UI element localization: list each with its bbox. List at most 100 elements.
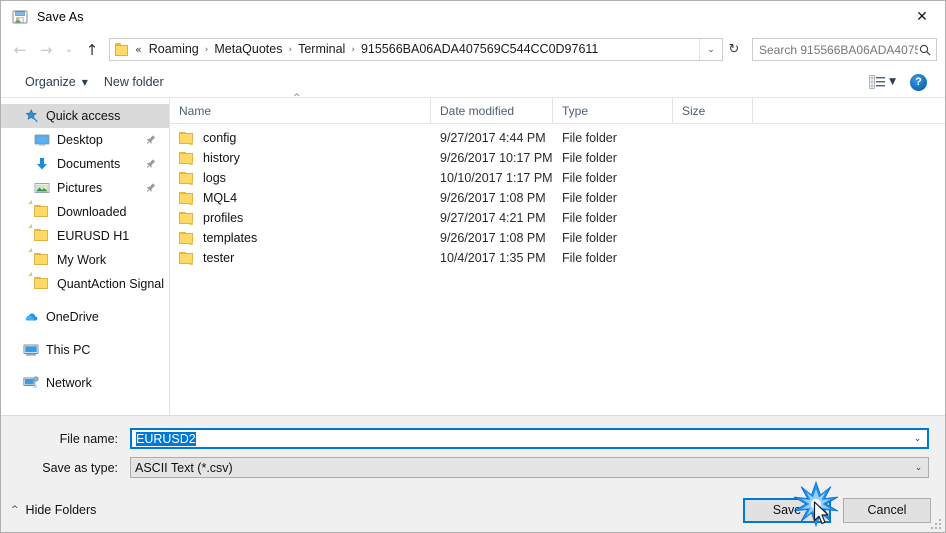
column-header-label: Name <box>179 103 212 118</box>
pin-icon[interactable] <box>144 133 157 146</box>
file-name-label: tester <box>203 251 235 265</box>
file-type-cell: File folder <box>562 211 617 225</box>
file-name-selected-text: EURUSD2 <box>136 431 196 446</box>
file-name-cell: profiles <box>170 211 431 225</box>
sidebar-separator <box>1 296 169 305</box>
search-box[interactable]: Search 915566BA06ADA40756... <box>752 38 937 61</box>
pin-icon[interactable] <box>144 181 157 194</box>
desktop-icon <box>34 132 50 148</box>
breadcrumb-item-roaming[interactable]: Roaming <box>144 39 204 60</box>
file-name-value[interactable]: EURUSD2 <box>132 431 908 446</box>
file-name-cell: templates <box>170 231 431 245</box>
hide-folders-button[interactable]: ^ Hide Folders <box>11 503 96 517</box>
file-name-label: logs <box>203 171 226 185</box>
pin-icon[interactable] <box>144 157 157 170</box>
file-list-rows: config 9/27/2017 4:44 PM File folder his… <box>170 124 945 415</box>
file-name-label: config <box>203 131 237 145</box>
sidebar-item-quantaction-signal[interactable]: QuantAction Signal <box>1 272 169 296</box>
folder-icon <box>28 224 50 244</box>
table-row[interactable]: logs 10/10/2017 1:17 PM File folder <box>170 168 945 188</box>
sidebar-item-onedrive[interactable]: OneDrive <box>1 305 169 329</box>
chevron-down-icon[interactable]: ⌄ <box>699 39 722 60</box>
sidebar-item-downloaded[interactable]: Downloaded <box>1 200 169 224</box>
column-header-date-modified[interactable]: Date modified <box>431 98 553 123</box>
column-header-type[interactable]: Type <box>553 98 673 123</box>
dialog-body: Quick access Desktop Documents Pictures … <box>1 93 945 415</box>
sidebar-item-documents[interactable]: Documents <box>1 152 169 176</box>
save-button[interactable]: Save <box>743 497 831 523</box>
cancel-button[interactable]: Cancel <box>843 497 931 523</box>
network-icon <box>23 375 39 391</box>
file-type-cell: File folder <box>562 151 617 165</box>
file-name-cell: config <box>170 131 431 145</box>
folder-icon <box>28 200 50 220</box>
file-date-cell: 9/26/2017 10:17 PM <box>440 151 553 165</box>
search-input[interactable]: Search 915566BA06ADA40756... <box>759 43 918 57</box>
resize-grip[interactable] <box>931 519 942 530</box>
folder-icon <box>179 251 195 265</box>
chevron-down-icon[interactable]: ⌄ <box>909 463 928 473</box>
file-list-panel: Name ^ Date modified Type Size config 9/… <box>170 93 945 415</box>
sidebar-item-quick-access[interactable]: Quick access <box>1 104 169 128</box>
command-toolbar: Organize ▼ New folder ▼ ? <box>1 67 945 98</box>
sidebar-item-eurusd-h1[interactable]: EURUSD H1 <box>1 224 169 248</box>
new-folder-button[interactable]: New folder <box>96 72 172 92</box>
save-as-type-select[interactable]: ASCII Text (*.csv) ⌄ <box>130 457 929 478</box>
sidebar-item-label: QuantAction Signal <box>57 277 165 291</box>
file-name-row: File name: EURUSD2 ⌄ <box>17 428 929 449</box>
file-type-cell: File folder <box>562 191 617 205</box>
close-icon[interactable]: ✕ <box>899 1 945 32</box>
sidebar-item-label: EURUSD H1 <box>57 229 130 243</box>
view-layout-icon[interactable] <box>869 75 886 89</box>
documents-download-icon <box>34 156 50 172</box>
file-name-input[interactable]: EURUSD2 ⌄ <box>130 428 929 449</box>
sidebar-item-desktop[interactable]: Desktop <box>1 128 169 152</box>
file-name-label: File name: <box>59 431 118 446</box>
breadcrumb-item-metaquotes[interactable]: MetaQuotes <box>209 39 287 60</box>
column-header-size[interactable]: Size <box>673 98 753 123</box>
chevron-up-icon: ^ <box>11 505 19 515</box>
refresh-icon[interactable]: ↻ <box>722 38 746 61</box>
address-bar[interactable]: « Roaming › MetaQuotes › Terminal › 9155… <box>109 38 723 61</box>
save-as-icon <box>12 9 28 25</box>
breadcrumb-item-terminal-id[interactable]: 915566BA06ADA407569C544CC0D97611 <box>356 39 603 60</box>
breadcrumb-overflow-icon[interactable]: « <box>135 43 142 56</box>
file-date-cell: 9/27/2017 4:21 PM <box>440 211 546 225</box>
window-title: Save As <box>37 9 84 24</box>
file-date-cell: 9/26/2017 1:08 PM <box>440 191 546 205</box>
help-button[interactable]: ? <box>910 73 927 91</box>
recent-locations-button[interactable]: ⌄ <box>59 38 79 62</box>
sidebar-item-label: My Work <box>57 253 107 267</box>
chevron-down-icon[interactable]: ⌄ <box>908 434 927 444</box>
organize-button[interactable]: Organize ▼ <box>17 72 96 92</box>
sidebar-item-label: OneDrive <box>46 310 99 324</box>
table-row[interactable]: profiles 9/27/2017 4:21 PM File folder <box>170 208 945 228</box>
sidebar-item-pictures[interactable]: Pictures <box>1 176 169 200</box>
star-pin-icon <box>23 108 39 124</box>
table-row[interactable]: MQL4 9/26/2017 1:08 PM File folder <box>170 188 945 208</box>
onedrive-icon <box>23 309 39 325</box>
column-header-label: Type <box>562 103 589 118</box>
file-type-cell: File folder <box>562 231 617 245</box>
sidebar-separator <box>1 362 169 371</box>
save-as-type-label: Save as type: <box>42 460 118 475</box>
up-button[interactable]: ↑ <box>79 38 105 62</box>
table-row[interactable]: tester 10/4/2017 1:35 PM File folder <box>170 248 945 268</box>
table-row[interactable]: templates 9/26/2017 1:08 PM File folder <box>170 228 945 248</box>
view-options-caret-icon[interactable]: ▼ <box>889 77 896 87</box>
file-date-cell: 9/26/2017 1:08 PM <box>440 231 546 245</box>
sidebar-item-label: Documents <box>57 157 121 171</box>
sidebar-item-my-work[interactable]: My Work <box>1 248 169 272</box>
hide-folders-label: Hide Folders <box>25 503 97 517</box>
column-header-name[interactable]: Name ^ <box>170 93 431 123</box>
table-row[interactable]: config 9/27/2017 4:44 PM File folder <box>170 128 945 148</box>
breadcrumb-item-terminal[interactable]: Terminal <box>293 39 350 60</box>
file-list-header: Name ^ Date modified Type Size <box>170 93 945 124</box>
sidebar-item-this-pc[interactable]: This PC <box>1 338 169 362</box>
table-row[interactable]: history 9/26/2017 10:17 PM File folder <box>170 148 945 168</box>
forward-button[interactable]: → <box>33 38 59 62</box>
save-as-type-row: Save as type: ASCII Text (*.csv) ⌄ <box>17 457 929 478</box>
back-button[interactable]: ← <box>7 38 33 62</box>
file-type-cell: File folder <box>562 171 617 185</box>
sidebar-item-network[interactable]: Network <box>1 371 169 395</box>
